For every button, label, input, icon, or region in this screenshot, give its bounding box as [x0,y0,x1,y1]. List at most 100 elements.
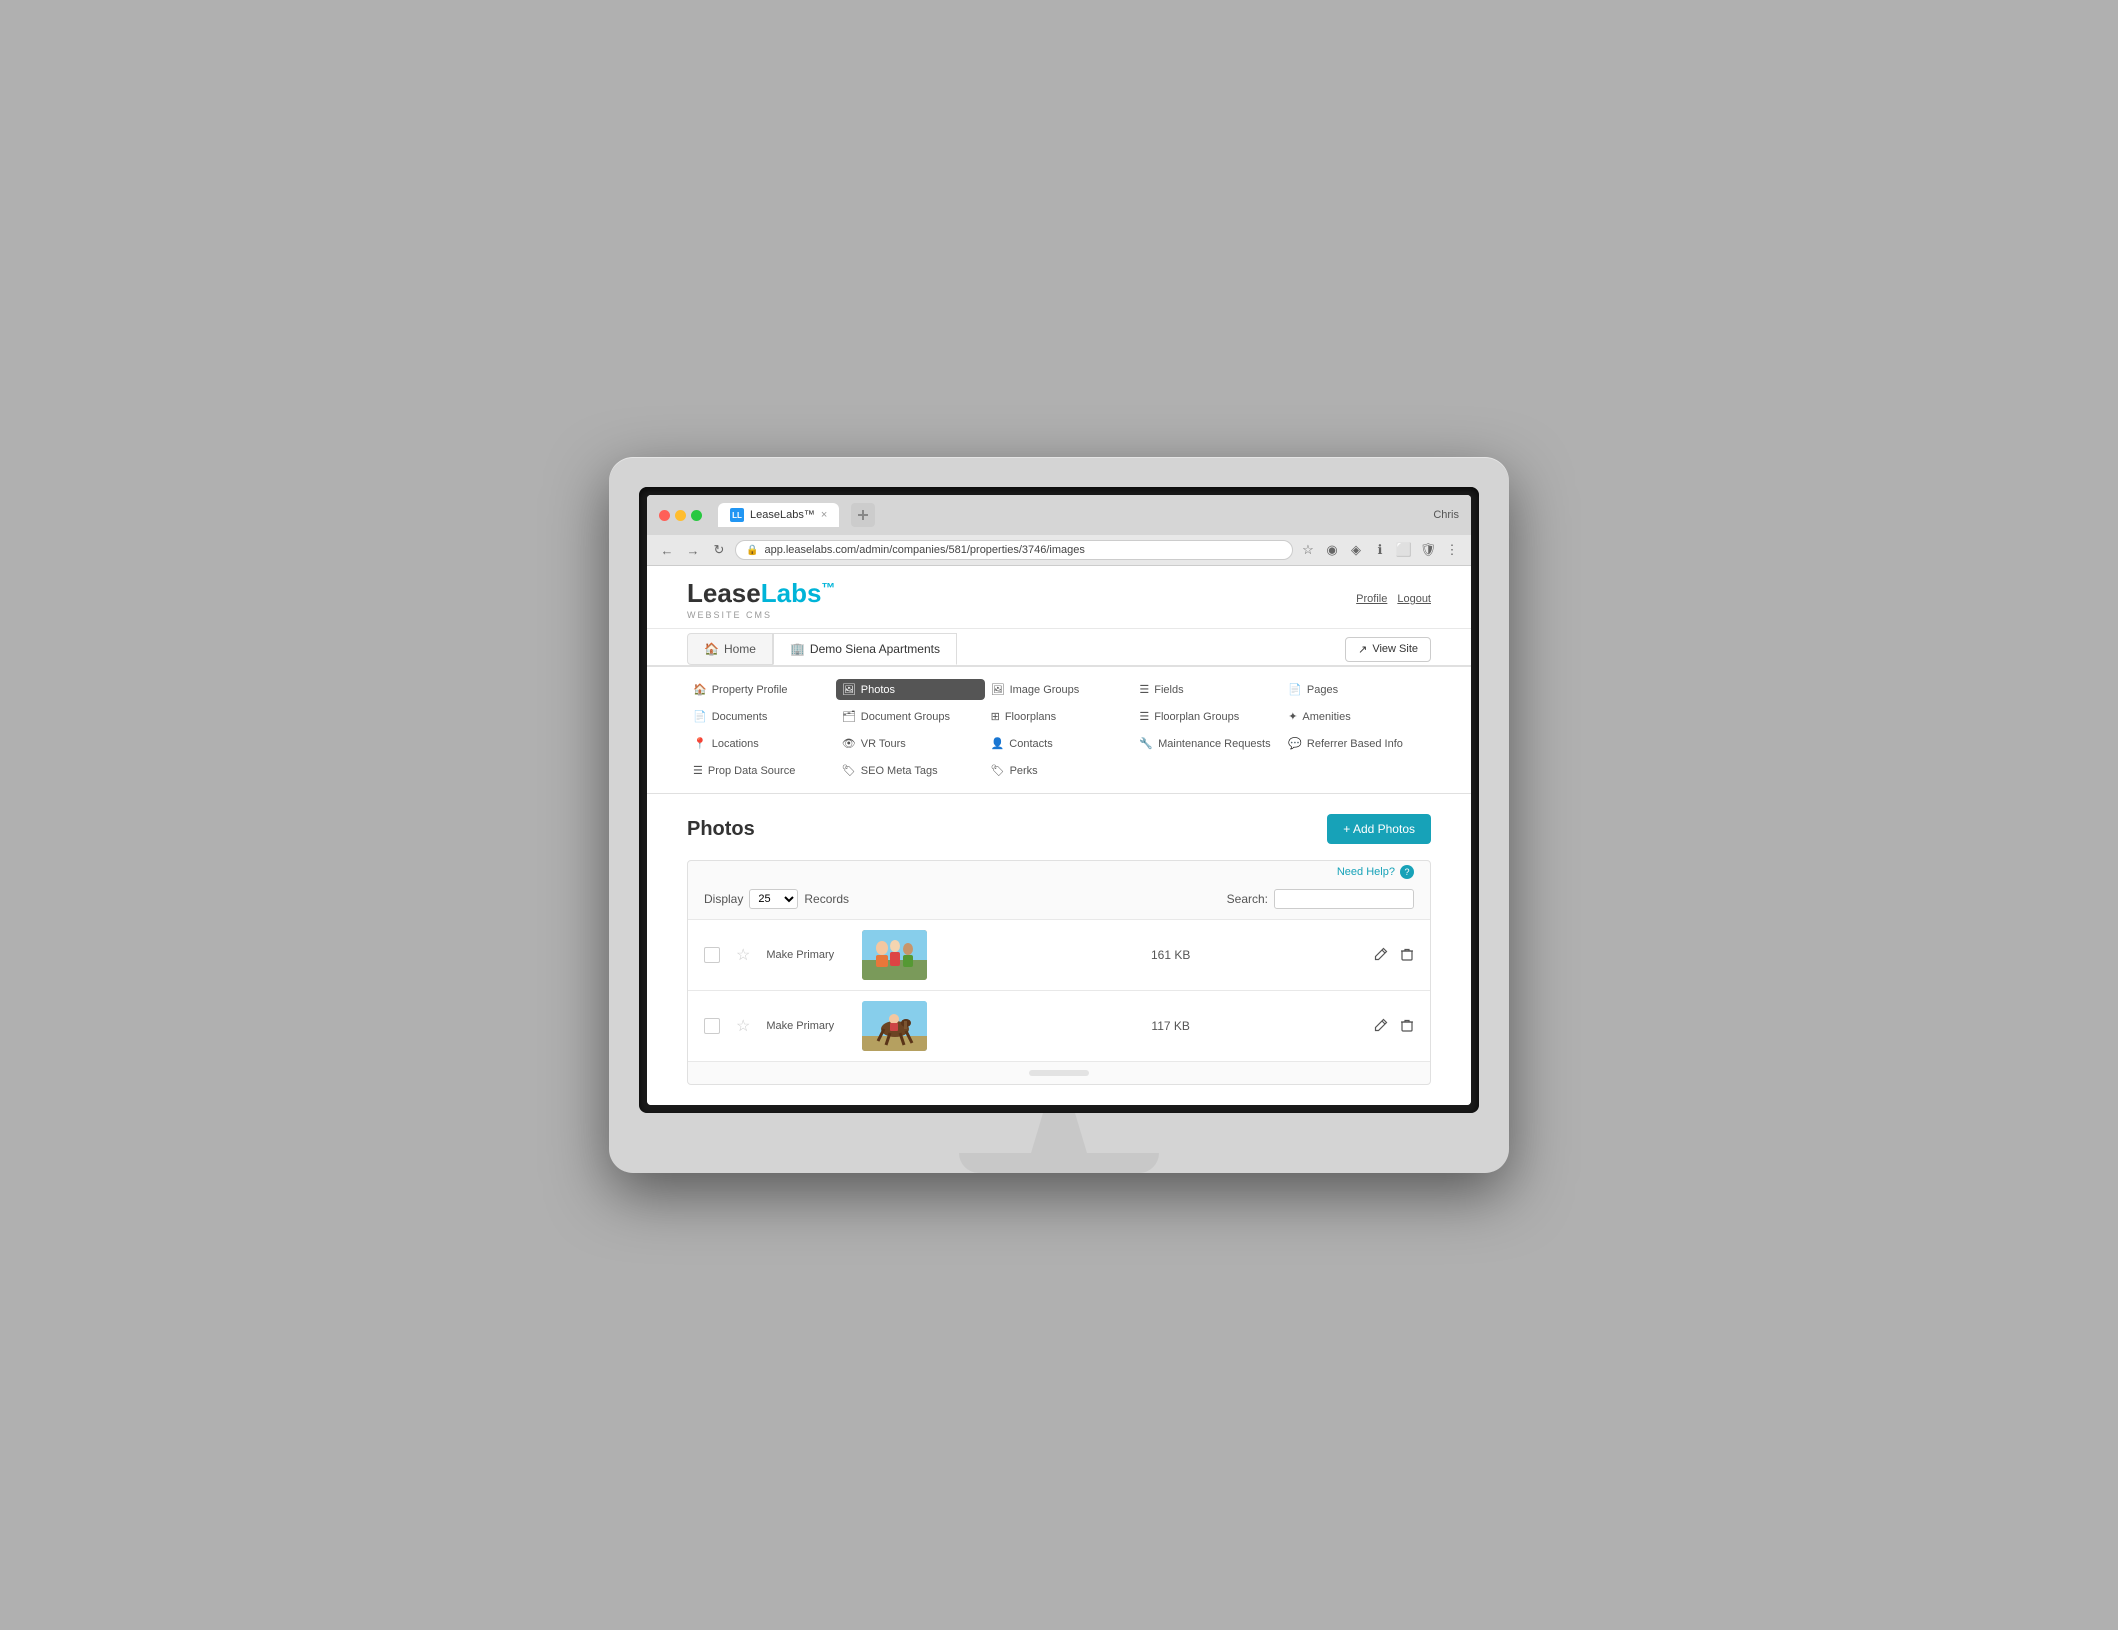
need-help-link[interactable]: Need Help? ? [1337,866,1414,878]
page-title: Photos [687,818,755,841]
profile-link[interactable]: Profile [1356,593,1387,605]
fields-icon: ☰ [1139,683,1149,696]
row-actions-2 [1374,1018,1414,1035]
logo-subtitle: WEBSITE CMS [687,610,835,620]
star-icon-2[interactable]: ☆ [736,1016,750,1036]
photos-icon: 🖼 [842,683,856,696]
property-profile-icon: 🏠 [693,683,707,696]
nav-amenities[interactable]: ✦ Amenities [1282,706,1431,727]
new-tab-button[interactable] [851,503,875,527]
edit-button-2[interactable] [1374,1018,1388,1035]
make-primary-2[interactable]: Make Primary [766,1020,846,1032]
photo-thumbnail-1 [862,930,927,980]
tab-home[interactable]: 🏠 Home [687,633,773,665]
nav-referrer[interactable]: 💬 Referrer Based Info [1282,733,1431,754]
row-checkbox-1[interactable] [704,947,720,963]
perks-icon: 🏷 [991,764,1005,777]
edit-button-1[interactable] [1374,947,1388,964]
page-header: Photos + Add Photos [687,814,1431,844]
bookmark-icon[interactable]: ☆ [1299,541,1317,559]
help-icon: ? [1400,865,1414,879]
back-button[interactable]: ← [657,540,677,560]
nav-perks-label: Perks [1010,765,1038,777]
traffic-lights [659,510,702,521]
extension-icon-3[interactable]: ℹ [1371,541,1389,559]
sub-navigation: 🏠 Property Profile 🖼 Photos 🖼 Image Grou… [647,667,1471,794]
lock-icon: 🔒 [746,545,758,556]
nav-vr-tours[interactable]: 👁 VR Tours [836,733,985,754]
locations-icon: 📍 [693,737,707,750]
table-controls: Display 25 50 100 Records Search: [688,879,1430,919]
file-size-2: 117 KB [983,1019,1358,1033]
document-groups-icon: 🗂 [842,710,856,723]
search-input[interactable] [1274,889,1414,909]
nav-image-groups-label: Image Groups [1010,684,1080,696]
nav-perks[interactable]: 🏷 Perks [985,760,1134,781]
extension-icon-1[interactable]: ◉ [1323,541,1341,559]
extension-icon-5[interactable]: 🛡 [1419,541,1437,559]
tab-property[interactable]: 🏢 Demo Siena Apartments [773,633,957,665]
nav-locations[interactable]: 📍 Locations [687,733,836,754]
table-row: ☆ Make Primary [688,919,1430,990]
browser-tab[interactable]: LL LeaseLabs™ × [718,503,839,527]
nav-prop-data-label: Prop Data Source [708,765,795,777]
add-photos-button[interactable]: + Add Photos [1327,814,1431,844]
nav-seo-meta[interactable]: 🏷 SEO Meta Tags [836,760,985,781]
nav-fields-label: Fields [1154,684,1183,696]
logo-lease: Lease [687,578,761,608]
refresh-button[interactable]: ↻ [709,540,729,560]
minimize-button[interactable] [675,510,686,521]
extension-icon-4[interactable]: ⬜ [1395,541,1413,559]
forward-button[interactable]: → [683,540,703,560]
nav-document-groups[interactable]: 🗂 Document Groups [836,706,985,727]
tab-home-label: Home [724,642,756,656]
view-site-button[interactable]: ↗ View Site [1345,637,1431,662]
nav-property-profile[interactable]: 🏠 Property Profile [687,679,836,700]
delete-button-1[interactable] [1400,947,1414,964]
nav-fields[interactable]: ☰ Fields [1133,679,1282,700]
url-text: app.leaselabs.com/admin/companies/581/pr… [764,544,1084,556]
prop-data-icon: ☰ [693,764,703,777]
logout-link[interactable]: Logout [1397,593,1431,605]
nav-maintenance[interactable]: 🔧 Maintenance Requests [1133,733,1282,754]
nav-contacts[interactable]: 👤 Contacts [985,733,1134,754]
extension-icon-2[interactable]: ◈ [1347,541,1365,559]
nav-documents[interactable]: 📄 Documents [687,706,836,727]
address-bar[interactable]: 🔒 app.leaselabs.com/admin/companies/581/… [735,540,1293,560]
nav-photos[interactable]: 🖼 Photos [836,679,985,700]
row-actions-1 [1374,947,1414,964]
need-help-text: Need Help? [1337,866,1395,878]
nav-floorplans[interactable]: ⊞ Floorplans [985,706,1134,727]
tab-title: LeaseLabs™ [750,509,815,521]
header-nav: Profile Logout [1356,593,1431,605]
referrer-icon: 💬 [1288,737,1302,750]
row-checkbox-2[interactable] [704,1018,720,1034]
contacts-icon: 👤 [991,737,1005,750]
display-select[interactable]: 25 50 100 [749,889,798,909]
nav-floorplan-groups-label: Floorplan Groups [1154,711,1239,723]
maximize-button[interactable] [691,510,702,521]
delete-button-2[interactable] [1400,1018,1414,1035]
tab-close-icon[interactable]: × [821,509,827,521]
stand-neck [1019,1113,1099,1153]
nav-floorplans-label: Floorplans [1005,711,1056,723]
nav-image-groups[interactable]: 🖼 Image Groups [985,679,1134,700]
make-primary-1[interactable]: Make Primary [766,949,846,961]
property-icon: 🏢 [790,642,805,656]
external-link-icon: ↗ [1358,643,1367,656]
nav-pages-label: Pages [1307,684,1338,696]
tab-property-label: Demo Siena Apartments [810,642,940,656]
stand-base [959,1153,1159,1173]
nav-floorplan-groups[interactable]: ☰ Floorplan Groups [1133,706,1282,727]
menu-icon[interactable]: ⋮ [1443,541,1461,559]
nav-pages[interactable]: 📄 Pages [1282,679,1431,700]
nav-photos-label: Photos [861,684,895,696]
home-icon: 🏠 [704,642,719,656]
nav-document-groups-label: Document Groups [861,711,950,723]
nav-maintenance-label: Maintenance Requests [1158,738,1271,750]
photos-table: Need Help? ? Display 25 50 100 [687,860,1431,1085]
nav-prop-data-source[interactable]: ☰ Prop Data Source [687,760,836,781]
close-button[interactable] [659,510,670,521]
user-label: Chris [1433,509,1459,521]
star-icon-1[interactable]: ☆ [736,945,750,965]
